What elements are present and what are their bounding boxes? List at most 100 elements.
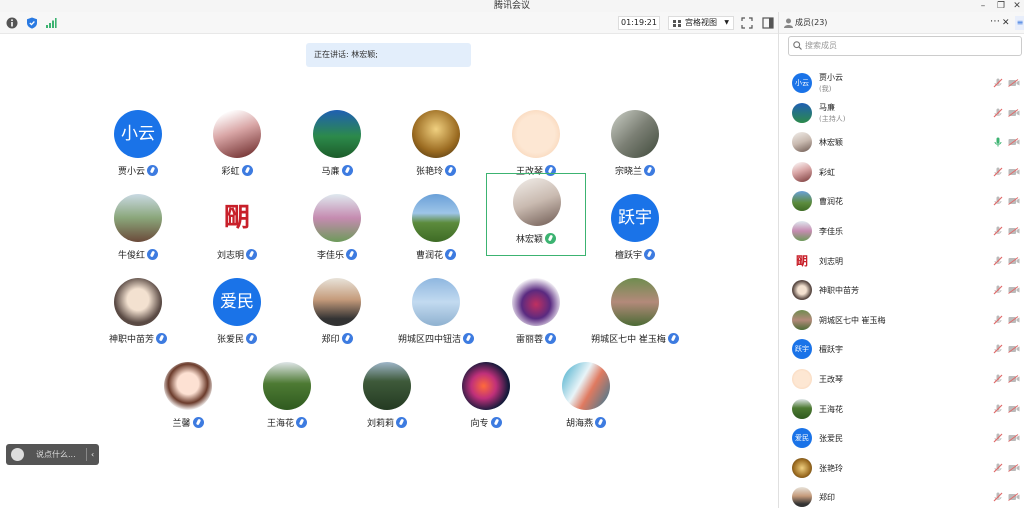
mic-muted-icon[interactable]: [993, 344, 1003, 354]
participant-tile[interactable]: 朔城区七中 崔玉梅: [585, 278, 685, 362]
member-row[interactable]: 张艳玲: [779, 454, 1024, 483]
menu-icon[interactable]: ≡: [1015, 16, 1024, 30]
participant-tile[interactable]: 王海花: [237, 362, 337, 446]
mic-muted-icon[interactable]: [993, 167, 1003, 177]
mic-muted-icon[interactable]: [993, 492, 1003, 502]
participant-tile[interactable]: 张艳玲: [386, 110, 486, 194]
collapse-chevron-icon[interactable]: ‹: [91, 444, 94, 465]
mic-active-icon[interactable]: [993, 137, 1003, 147]
camera-off-icon[interactable]: [1008, 315, 1020, 324]
camera-off-icon[interactable]: [1008, 404, 1020, 413]
participant-tile[interactable]: 跃宇 檀跃宇: [585, 194, 685, 278]
camera-off-icon[interactable]: [1008, 167, 1020, 176]
restore-icon[interactable]: ❐: [994, 0, 1008, 12]
mic-muted-icon[interactable]: [993, 256, 1003, 266]
participant-tile[interactable]: 牛俊红: [88, 194, 188, 278]
participant-name-label: 向专: [470, 419, 489, 429]
participant-name-label: 雷丽蓉: [515, 335, 543, 345]
participant-name-label: 曹润花: [415, 251, 443, 261]
shield-icon[interactable]: [26, 17, 38, 29]
window-title: 腾讯会议: [493, 1, 530, 11]
camera-off-icon[interactable]: [1008, 138, 1020, 147]
camera-off-icon[interactable]: [1008, 434, 1020, 443]
participant-tile[interactable]: 郑印: [287, 278, 387, 362]
member-row[interactable]: 彩虹: [779, 158, 1024, 187]
search-placeholder[interactable]: 搜索成员: [805, 41, 837, 50]
camera-off-icon[interactable]: [1008, 493, 1020, 502]
mic-muted-icon[interactable]: [993, 226, 1003, 236]
camera-off-icon[interactable]: [1008, 463, 1020, 472]
participant-tile[interactable]: 彩虹: [187, 110, 287, 194]
camera-off-icon[interactable]: [1008, 345, 1020, 354]
view-mode-dropdown[interactable]: 宫格视图 ▼: [668, 16, 734, 30]
member-row[interactable]: 神职中苗芳: [779, 276, 1024, 305]
member-row[interactable]: 林宏颖: [779, 128, 1024, 157]
member-name: 檀跃宇: [819, 345, 843, 355]
participant-tile[interactable]: 林宏颖: [486, 173, 586, 256]
member-search-input[interactable]: 搜索成员: [788, 36, 1022, 56]
member-row[interactable]: 李佳乐: [779, 217, 1024, 246]
camera-off-icon[interactable]: [1008, 108, 1020, 117]
minimize-icon[interactable]: –: [976, 0, 990, 12]
sidebar-toggle-icon[interactable]: [762, 17, 774, 29]
participant-tile[interactable]: 小云 贾小云: [88, 110, 188, 194]
participant-tile[interactable]: 爱民 张爱民: [187, 278, 287, 362]
more-options-icon[interactable]: ⋯: [990, 12, 1000, 32]
mic-icon: [644, 165, 655, 176]
mic-muted-icon[interactable]: [993, 196, 1003, 206]
member-row[interactable]: 小云 贾小云 (我): [779, 69, 1024, 98]
member-row[interactable]: 跃宇 檀跃宇: [779, 335, 1024, 364]
participant-tile[interactable]: 兰馨: [138, 362, 238, 446]
participant-name-label: 朔城区七中 崔玉梅: [591, 335, 666, 345]
member-avatar: [792, 221, 812, 241]
info-icon[interactable]: [6, 17, 18, 29]
participant-tile[interactable]: 朙刘志明: [187, 194, 287, 278]
camera-off-icon[interactable]: [1008, 286, 1020, 295]
participant-tile[interactable]: 胡海燕: [536, 362, 636, 446]
member-row[interactable]: 朔城区七中 崔玉梅: [779, 306, 1024, 335]
member-row[interactable]: 爱民 张爱民: [779, 424, 1024, 453]
participant-avatar: [512, 278, 560, 326]
mic-muted-icon[interactable]: [993, 433, 1003, 443]
camera-off-icon[interactable]: [1008, 79, 1020, 87]
participant-tile[interactable]: 马亷: [287, 110, 387, 194]
member-row[interactable]: 曹润花: [779, 187, 1024, 216]
member-row[interactable]: 王改琴: [779, 365, 1024, 394]
close-panel-icon[interactable]: ✕: [1002, 12, 1010, 34]
participant-avatar: [611, 110, 659, 158]
mic-muted-icon[interactable]: [993, 374, 1003, 384]
member-row[interactable]: 王海花: [779, 395, 1024, 424]
mic-muted-icon[interactable]: [993, 78, 1003, 88]
emoji-icon[interactable]: [11, 448, 24, 461]
member-row[interactable]: 朙刘志明: [779, 247, 1024, 276]
participant-tile[interactable]: 刘莉莉: [337, 362, 437, 446]
mic-muted-icon[interactable]: [993, 285, 1003, 295]
participant-name-label: 刘志明: [216, 251, 244, 261]
participant-tile[interactable]: 向专: [436, 362, 536, 446]
mic-icon: [296, 417, 307, 428]
signal-icon[interactable]: [45, 17, 57, 29]
camera-off-icon[interactable]: [1008, 375, 1020, 383]
mic-muted-icon[interactable]: [993, 463, 1003, 473]
participant-tile[interactable]: 李佳乐: [287, 194, 387, 278]
mic-muted-icon[interactable]: [993, 108, 1003, 118]
participant-name-label: 贾小云: [117, 167, 145, 177]
mic-muted-icon[interactable]: [993, 404, 1003, 414]
participant-tile[interactable]: 神职中苗芳: [88, 278, 188, 362]
close-window-icon[interactable]: ✕: [1010, 0, 1024, 12]
member-avatar: [792, 191, 812, 212]
chat-input-bar[interactable]: 说点什么... ‹: [6, 444, 99, 465]
member-avatar: [792, 398, 812, 419]
member-avatar: 朙: [792, 250, 812, 271]
camera-off-icon[interactable]: [1008, 197, 1020, 206]
mic-icon: [545, 333, 556, 344]
participant-tile[interactable]: 雷丽蓉: [486, 278, 586, 362]
fullscreen-icon[interactable]: [741, 17, 753, 29]
participant-tile[interactable]: 宗晓兰: [585, 110, 685, 194]
member-row[interactable]: 马亷 (主持人): [779, 99, 1024, 128]
chat-placeholder[interactable]: 说点什么...: [36, 444, 76, 465]
camera-off-icon[interactable]: [1008, 256, 1020, 265]
participant-tile[interactable]: 朔城区四中钮洁: [386, 278, 486, 362]
mic-muted-icon[interactable]: [993, 315, 1003, 325]
camera-off-icon[interactable]: [1008, 227, 1020, 235]
